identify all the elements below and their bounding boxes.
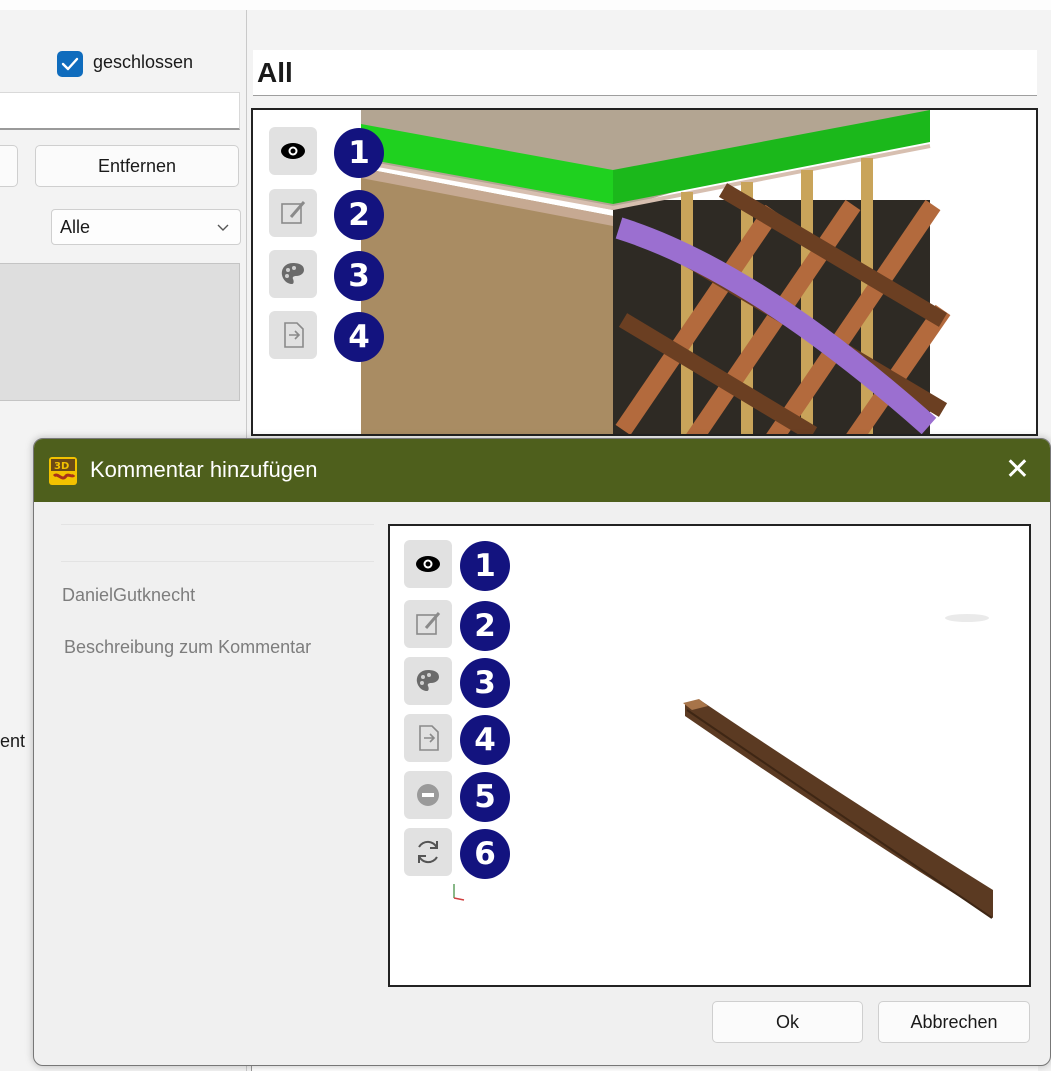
badge-1: 1 <box>334 128 384 178</box>
add-comment-dialog: 3D Kommentar hinzufügen ✕ DanielGutknech… <box>33 438 1051 1066</box>
badge-5: 5 <box>460 772 510 822</box>
edit-icon <box>416 612 441 635</box>
badge-3: 3 <box>460 658 510 708</box>
paint-button[interactable] <box>404 657 452 705</box>
badge-4: 4 <box>460 715 510 765</box>
export-icon <box>284 322 304 348</box>
badge-2: 2 <box>334 190 384 240</box>
cut-off-label: ent <box>0 731 26 751</box>
author-name: DanielGutknecht <box>62 585 196 605</box>
cancel-button[interactable]: Abbrechen <box>878 1001 1030 1043</box>
edit-button[interactable] <box>269 189 317 237</box>
palette-icon <box>281 263 304 284</box>
export-button[interactable] <box>404 714 452 762</box>
remove-button[interactable] <box>404 771 452 819</box>
left-list-area <box>0 263 240 401</box>
svg-text:3D: 3D <box>54 461 69 472</box>
badge-3: 3 <box>334 251 384 301</box>
closed-checkbox[interactable] <box>57 51 83 77</box>
edit-button[interactable] <box>404 600 452 648</box>
export-icon <box>419 725 439 751</box>
palette-icon <box>416 670 439 691</box>
badge-6: 6 <box>460 829 510 879</box>
remove-icon <box>417 784 439 806</box>
closed-checkbox-label[interactable]: geschlossen <box>93 52 193 73</box>
close-icon[interactable]: ✕ <box>1005 453 1030 487</box>
3d-viewer[interactable]: 1 2 3 4 <box>251 108 1038 436</box>
top-strip <box>0 0 1051 10</box>
view-title: All <box>253 50 1037 96</box>
refresh-icon <box>418 840 438 864</box>
remove-button[interactable]: Entfernen <box>35 145 239 187</box>
chevron-down-icon <box>216 211 230 257</box>
export-button[interactable] <box>269 311 317 359</box>
eye-icon <box>281 143 305 159</box>
badge-4: 4 <box>334 312 384 362</box>
filter-selected-value: Alle <box>60 217 91 237</box>
dialog-titlebar[interactable]: 3D Kommentar hinzufügen ✕ <box>34 439 1050 502</box>
comment-title-field[interactable] <box>61 524 374 562</box>
dialog-title: Kommentar hinzufügen <box>90 457 318 482</box>
comment-3d-viewer[interactable]: 1 2 3 4 5 6 <box>388 524 1031 987</box>
ok-button[interactable]: Ok <box>712 1001 863 1043</box>
view-button[interactable] <box>269 127 317 175</box>
refresh-button[interactable] <box>404 828 452 876</box>
paint-button[interactable] <box>269 250 317 298</box>
app-logo-icon: 3D <box>49 457 77 485</box>
view-button[interactable] <box>404 540 452 588</box>
filter-select[interactable]: Alle <box>51 209 241 245</box>
badge-1: 1 <box>460 541 510 591</box>
edit-icon <box>281 201 306 224</box>
description-field[interactable]: Beschreibung zum Kommentar <box>64 637 311 658</box>
left-text-field[interactable] <box>0 92 240 130</box>
badge-2: 2 <box>460 601 510 651</box>
eye-icon <box>416 556 440 572</box>
checkmark-icon <box>61 57 79 71</box>
partial-button[interactable] <box>0 145 18 187</box>
